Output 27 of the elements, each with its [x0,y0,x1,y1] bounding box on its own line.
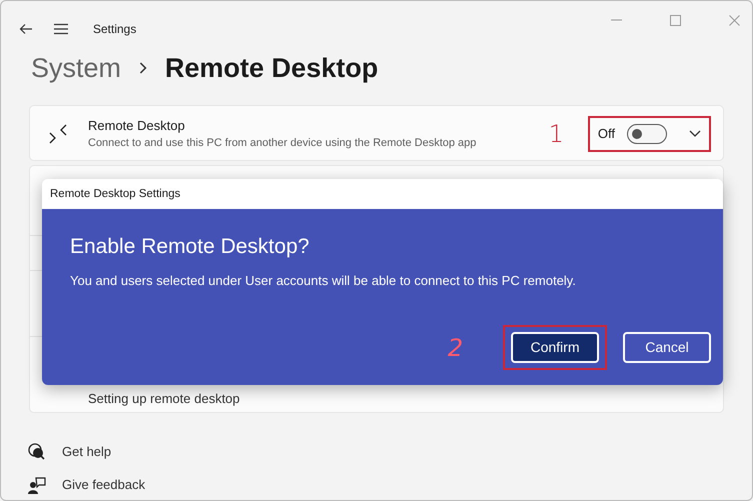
menu-icon[interactable] [53,23,69,35]
window-title: Settings [93,21,136,38]
breadcrumb-item: Remote Desktop [165,52,378,85]
toggle-state-label: Off [598,125,615,144]
help-icon [28,442,46,460]
minimize-icon[interactable] [611,19,622,21]
annotation-number: 2 [448,332,463,364]
setting-title: Remote Desktop [88,117,186,136]
chevron-down-icon[interactable] [689,130,701,138]
cancel-button[interactable]: Cancel [623,332,711,363]
remote-desktop-icon [48,124,68,144]
setting-description: Connect to and use this PC from another device using the Remote Desktop app [88,136,478,151]
footer-link[interactable]: Get help [62,442,112,462]
toggle-switch[interactable] [627,124,667,144]
breadcrumb-item[interactable]: System [31,48,122,88]
dialog-message: You and users selected under User accounts will be able to connect to this PC remotely. [70,272,577,290]
dialog-heading: Enable Remote Desktop? [70,234,310,260]
close-icon[interactable] [729,14,740,26]
setting-link[interactable]: Setting up remote desktop [88,388,240,408]
annotation-number: 1 [548,119,564,150]
chevron-right-icon [139,62,148,74]
back-icon[interactable] [19,23,33,35]
footer-link[interactable]: Give feedback [62,474,146,494]
maximize-icon[interactable] [670,14,681,26]
confirm-button[interactable]: Confirm [511,332,599,363]
dialog-title: Remote Desktop Settings [42,179,723,209]
feedback-icon [28,476,46,494]
